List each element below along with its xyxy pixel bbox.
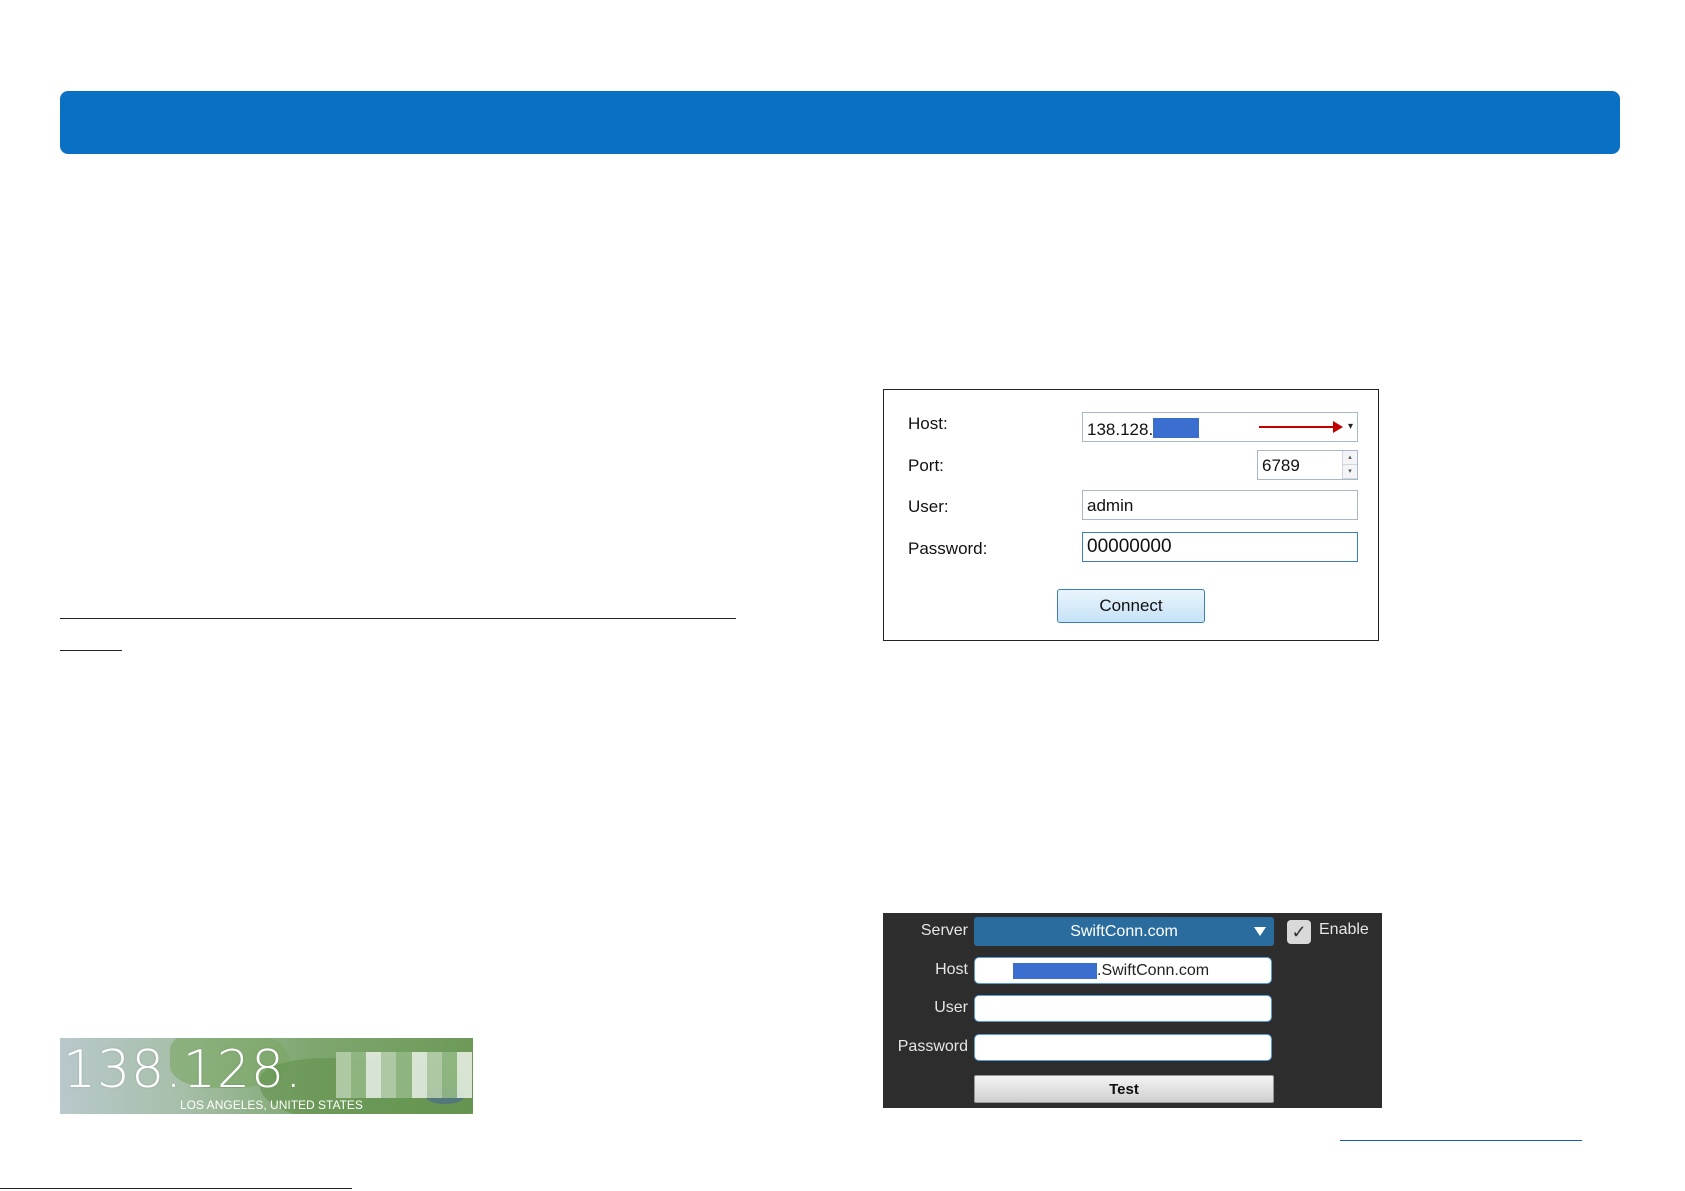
annotation-arrow xyxy=(1259,421,1343,433)
password-label: Password xyxy=(897,1038,968,1055)
enable-label: Enable xyxy=(1319,921,1369,938)
user-field[interactable] xyxy=(974,995,1272,1022)
port-spinner[interactable]: 6789 ▴ ▾ xyxy=(1257,450,1358,480)
password-field[interactable] xyxy=(974,1034,1272,1061)
connection-dialog: Host: 138.128. ▾ Port: 6789 ▴ ▾ User: ad… xyxy=(883,389,1379,641)
password-label: Password: xyxy=(908,539,988,558)
pixelated-ip-mask xyxy=(336,1052,472,1098)
server-value: SwiftConn.com xyxy=(1070,922,1178,940)
footnote-rule xyxy=(0,1188,352,1189)
host-value: 138.128. xyxy=(1087,420,1154,439)
ip-location-map: 138.128. LOS ANGELES, UNITED STATES xyxy=(60,1038,473,1114)
spin-buttons: ▴ ▾ xyxy=(1342,451,1357,479)
server-label: Server xyxy=(920,922,968,939)
host-combobox[interactable]: 138.128. ▾ xyxy=(1082,412,1358,442)
host-domain: .SwiftConn.com xyxy=(1097,961,1210,979)
server-select[interactable]: SwiftConn.com xyxy=(974,917,1274,946)
host-field[interactable]: .SwiftConn.com xyxy=(974,957,1272,984)
ddns-settings-panel: Server SwiftConn.com ✓ Enable Host .Swif… xyxy=(883,913,1382,1108)
test-button[interactable]: Test xyxy=(974,1075,1274,1103)
redacted-host-mask xyxy=(1153,418,1200,438)
link-underline[interactable] xyxy=(1340,1140,1582,1141)
divider-line-short xyxy=(60,650,122,651)
dropdown-caret-icon[interactable]: ▾ xyxy=(1348,421,1353,432)
chevron-down-icon xyxy=(1254,927,1266,936)
host-label: Host: xyxy=(908,414,948,433)
port-label: Port: xyxy=(908,456,944,475)
password-field[interactable]: 00000000 xyxy=(1082,532,1358,562)
port-value: 6789 xyxy=(1262,456,1300,475)
spin-down-icon[interactable]: ▾ xyxy=(1343,465,1357,479)
redacted-host-mask xyxy=(1013,962,1097,979)
ip-location-label: LOS ANGELES, UNITED STATES xyxy=(180,1098,363,1112)
ip-address-text: 138.128. xyxy=(63,1040,303,1100)
user-label: User: xyxy=(908,497,949,516)
connect-button[interactable]: Connect xyxy=(1057,589,1205,623)
host-label: Host xyxy=(935,961,968,978)
spin-up-icon[interactable]: ▴ xyxy=(1343,451,1357,465)
divider-line xyxy=(60,618,736,619)
header-bar xyxy=(60,91,1620,154)
user-label: User xyxy=(934,999,968,1016)
user-field[interactable]: admin xyxy=(1082,490,1358,520)
enable-checkbox[interactable]: ✓ xyxy=(1287,920,1311,944)
